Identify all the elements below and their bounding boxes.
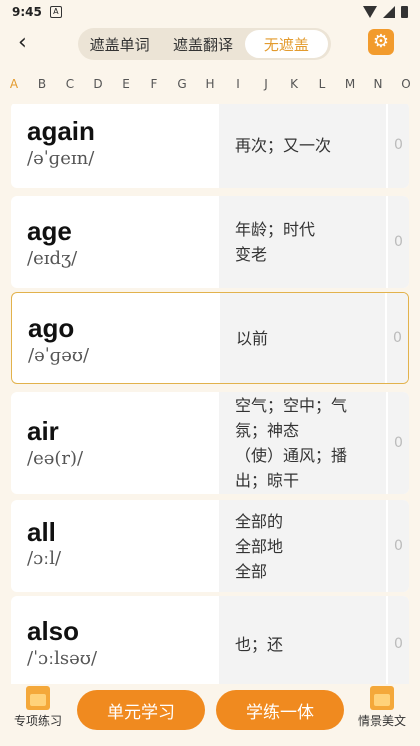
review-count: 0 [386, 196, 409, 288]
header: ‹ 遮盖单词 遮盖翻译 无遮盖 ⚙ [0, 24, 420, 64]
alphabet-letter-g[interactable]: G [168, 70, 196, 98]
alphabet-letter-c[interactable]: C [56, 70, 84, 98]
gear-icon[interactable]: ⚙ [368, 29, 394, 55]
alphabet-letter-m[interactable]: M [336, 70, 364, 98]
translation-line: 以前 [236, 328, 269, 348]
word-text: air [27, 416, 59, 446]
word-card[interactable]: ago/əˈɡəʊ/以前 0 [11, 292, 409, 384]
alphabet-letter-e[interactable]: E [112, 70, 140, 98]
word-text: ago [28, 313, 75, 343]
alphabet-letter-a[interactable]: A [0, 70, 28, 98]
word-card[interactable]: air/eə(r)/ 空气；空中；气 氛；神态 （使）通风；播 出；晾干 0 [11, 392, 409, 494]
translation-line: 全部的 [235, 511, 284, 531]
word-card[interactable]: age/eɪdʒ/年龄；时代 变老 0 [11, 196, 409, 288]
signal-icon [383, 6, 395, 18]
word-phonetic: /ˈɔːlsəʊ/ [27, 648, 98, 669]
wifi-icon [363, 6, 377, 18]
notification-icon: A [49, 6, 62, 18]
word-phonetic: /ɔːl/ [27, 548, 62, 569]
bottom-bar: 专项练习 单元学习 学练一体 情景美文 [0, 684, 420, 746]
translation-line: 年龄；时代 [235, 220, 316, 239]
word-phonetic: /eɪdʒ/ [27, 248, 78, 269]
tab-cover-translation[interactable]: 遮盖翻译 [161, 30, 244, 58]
word-phonetic: /əˈɡeɪn/ [27, 148, 95, 169]
word-text: age [27, 216, 72, 246]
word-translation[interactable]: 以前 [220, 293, 387, 383]
translation-line: 变老 [235, 245, 268, 264]
scene-article-tab[interactable]: 情景美文 [352, 686, 412, 729]
word-text: also [27, 616, 80, 646]
tab-cover-word[interactable]: 遮盖单词 [78, 30, 161, 58]
alphabet-letter-f[interactable]: F [140, 70, 168, 98]
study-practice-button[interactable]: 学练一体 [216, 690, 344, 730]
word-translation[interactable]: 再次；又一次 [219, 104, 386, 188]
review-count: 0 [386, 104, 409, 188]
translation-line: 全部 [235, 561, 268, 581]
scene-article-label: 情景美文 [357, 714, 406, 728]
alphabet-letter-b[interactable]: B [28, 70, 56, 98]
word-text: again [27, 116, 95, 146]
translation-line: 出；晾干 [235, 471, 300, 490]
alphabet-letter-i[interactable]: I [224, 70, 252, 98]
alphabet-letter-k[interactable]: K [280, 70, 308, 98]
review-count: 0 [386, 392, 409, 494]
alphabet-letter-l[interactable]: L [308, 70, 336, 98]
alphabet-index: ABCDEFGHIJKLMNO [0, 70, 420, 98]
status-time: 9:45 [12, 5, 42, 19]
word-translation[interactable]: 年龄；时代变老 [219, 196, 386, 288]
status-bar: 9:45 A [0, 0, 420, 24]
translation-line: 空气；空中；气 [235, 396, 348, 415]
alphabet-letter-h[interactable]: H [196, 70, 224, 98]
word-phonetic: /eə(r)/ [27, 448, 84, 469]
translation-line: 再次；又一次 [235, 135, 332, 155]
alphabet-letter-o[interactable]: O [392, 70, 420, 98]
review-count: 0 [386, 500, 409, 592]
special-practice-tab[interactable]: 专项练习 [8, 686, 68, 729]
word-card[interactable]: all/ɔːl/全部的 全部地 全部 0 [11, 500, 409, 592]
review-count: 0 [385, 293, 408, 383]
word-list: again/əˈɡeɪn/再次；又一次 0 age/eɪdʒ/年龄；时代 变老 0 ago… [0, 104, 420, 684]
special-practice-label: 专项练习 [13, 714, 62, 728]
word-translation[interactable]: 空气；空中；气 氛；神态 （使）通风；播 出；晾干 [219, 392, 386, 494]
translation-line: 全部地 [235, 536, 284, 556]
folder-icon [26, 686, 50, 710]
review-count: 0 [386, 596, 409, 684]
word-text: all [27, 517, 56, 547]
alphabet-letter-n[interactable]: N [364, 70, 392, 98]
word-translation[interactable]: 也；还 [219, 596, 386, 684]
word-translation[interactable]: 全部的 全部地 全部 [219, 500, 386, 592]
unit-study-button[interactable]: 单元学习 [77, 690, 205, 730]
translation-line: （使）通风；播 [235, 446, 348, 465]
word-phonetic: /əˈɡəʊ/ [28, 345, 90, 366]
picture-icon [370, 686, 394, 710]
word-card[interactable]: also/ˈɔːlsəʊ/也；还 0 [11, 596, 409, 684]
status-icons [363, 6, 408, 18]
cover-mode-segmented-control: 遮盖单词 遮盖翻译 无遮盖 [78, 28, 331, 60]
alphabet-letter-j[interactable]: J [252, 70, 280, 98]
translation-line: 也；还 [235, 634, 284, 654]
word-card[interactable]: again/əˈɡeɪn/再次；又一次 0 [11, 104, 409, 188]
back-button[interactable]: ‹ [18, 32, 42, 56]
alphabet-letter-d[interactable]: D [84, 70, 112, 98]
tab-no-cover[interactable]: 无遮盖 [244, 30, 328, 58]
translation-line: 氛；神态 [235, 421, 300, 440]
battery-icon [401, 6, 408, 18]
